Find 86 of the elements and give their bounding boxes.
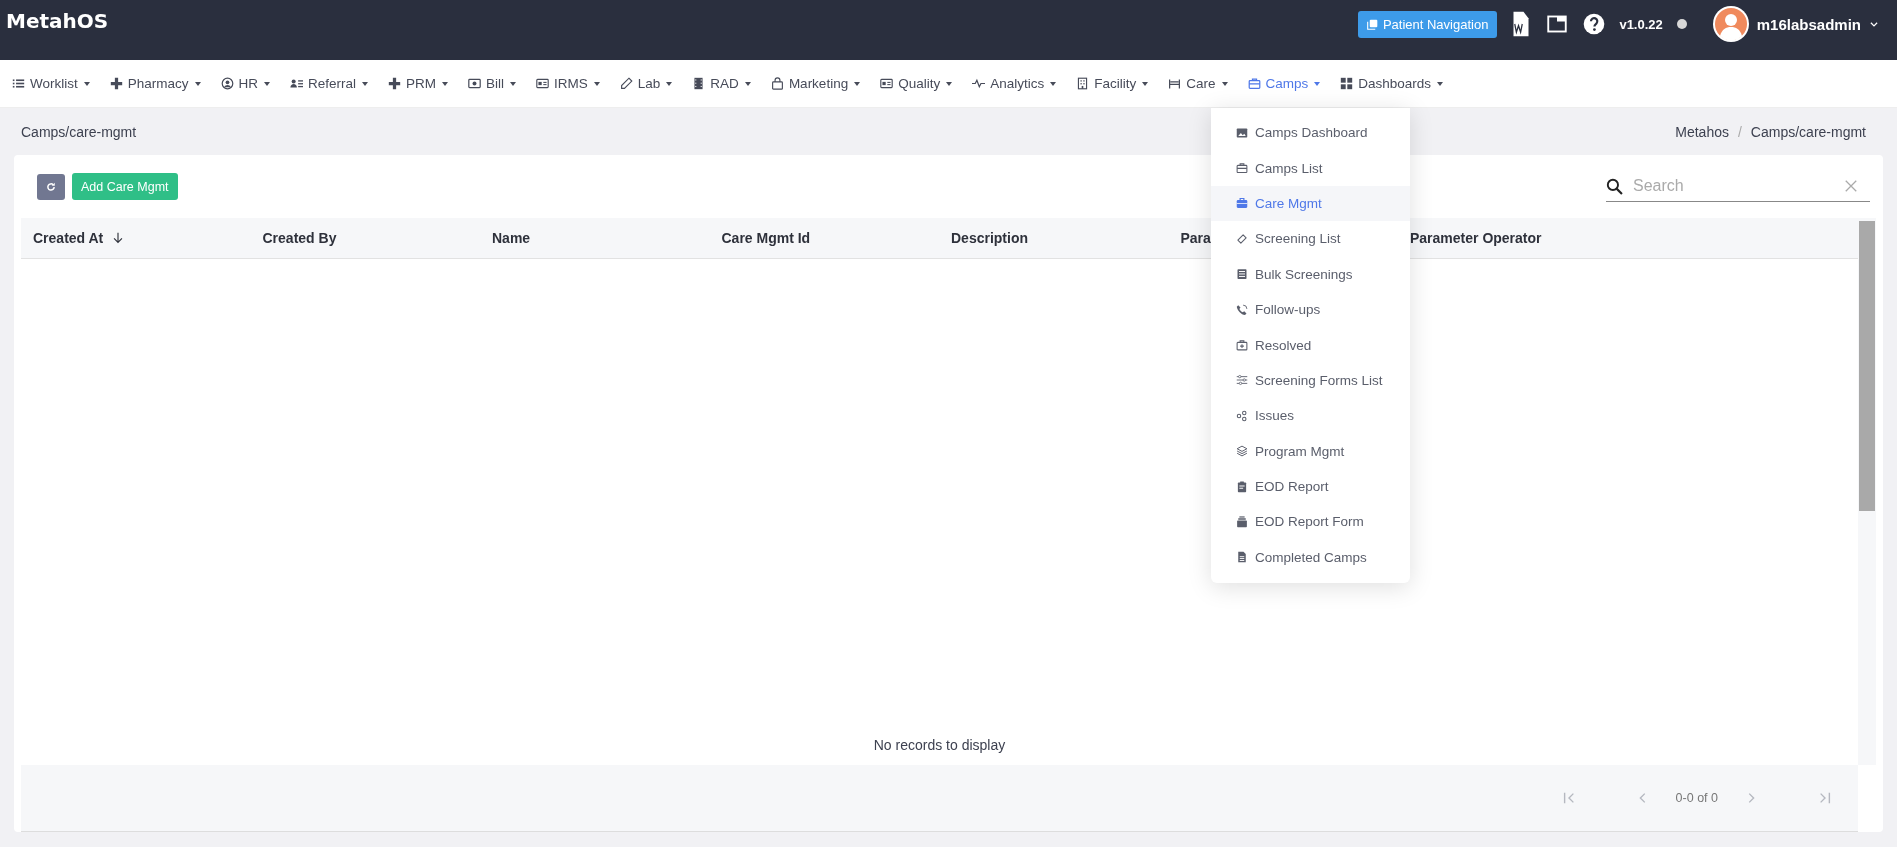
nav-menu-item[interactable]: Lab	[619, 76, 673, 91]
bed-icon	[1168, 77, 1182, 90]
breadcrumb-link[interactable]: Camps/care-mgmt	[1750, 123, 1866, 140]
film-icon	[692, 77, 706, 90]
column-header[interactable]: Created At	[21, 218, 251, 258]
breadcrumb-separator: /	[1737, 123, 1742, 140]
version-label: v1.0.22	[1619, 16, 1663, 32]
user-menu[interactable]: m16labsadmin	[1712, 6, 1879, 42]
page-title: Camps/care-mgmt	[21, 123, 137, 140]
nav-menu-item[interactable]: Dashboards	[1340, 76, 1444, 91]
window-icon	[1545, 14, 1570, 34]
dropdown-menu-item[interactable]: Camps List	[1211, 150, 1410, 186]
app-logo[interactable]: MetahOS	[6, 9, 109, 33]
id-card-icon	[880, 77, 894, 90]
plus-icon	[388, 77, 402, 90]
nav-menu-item[interactable]: PRM	[388, 76, 449, 91]
help-icon	[1583, 13, 1606, 35]
briefcase-icon	[1247, 77, 1261, 90]
nav-menu-item[interactable]: Facility	[1076, 76, 1149, 91]
dropdown-menu-item[interactable]: Resolved	[1211, 327, 1410, 363]
document-icon	[1236, 551, 1248, 564]
word-document-icon	[1511, 11, 1532, 37]
layers-icon	[1236, 445, 1248, 458]
column-header[interactable]: Care Mgmt Id	[709, 218, 939, 258]
refresh-button[interactable]	[37, 173, 65, 200]
copy-icon	[1366, 18, 1378, 30]
briefcase-icon	[1236, 197, 1248, 210]
table-icon	[1236, 268, 1248, 281]
nav-menu-item[interactable]: Care	[1168, 76, 1228, 91]
nav-menu-item[interactable]: RAD	[692, 76, 751, 91]
avatar-icon	[1714, 8, 1747, 40]
empty-message: No records to display	[873, 737, 1006, 753]
nav-menu-item[interactable]: IRMS	[536, 76, 600, 91]
bag-icon	[770, 77, 784, 90]
status-dot	[1676, 19, 1687, 29]
page-range: 0-0 of 0	[1675, 791, 1718, 805]
dropdown-menu-item[interactable]: Care Mgmt	[1211, 185, 1410, 222]
list-icon	[12, 77, 25, 90]
dropdown-menu-item[interactable]: Completed Camps	[1211, 539, 1410, 576]
column-header[interactable]: Name	[480, 218, 710, 258]
nav-menu-item[interactable]: Bill	[468, 76, 517, 91]
close-icon	[1844, 179, 1858, 193]
nav-menu-item[interactable]: Worklist	[12, 76, 90, 91]
phone-icon	[1236, 303, 1248, 316]
chevron-down-icon	[1869, 19, 1879, 29]
dropdown-menu-item[interactable]: EOD Report	[1211, 468, 1410, 505]
id-card-icon	[536, 77, 550, 90]
contact-icon	[290, 77, 304, 90]
dropdown-menu-item[interactable]: EOD Report Form	[1211, 504, 1410, 540]
nav-menu-item[interactable]: HR	[220, 76, 271, 91]
last-page-icon	[1818, 791, 1832, 805]
pulse-icon	[972, 77, 986, 90]
grid-icon	[1340, 77, 1354, 90]
dropdown-menu-item[interactable]: Follow-ups	[1211, 291, 1410, 328]
building-icon	[1076, 77, 1090, 90]
plus-icon	[109, 77, 123, 90]
dropdown-menu-item[interactable]: Screening Forms List	[1211, 362, 1410, 399]
first-page-icon	[1561, 791, 1576, 805]
nav-menu-item[interactable]: Referral	[290, 76, 369, 91]
nav-menu-item[interactable]: Marketing	[770, 76, 861, 91]
search-icon	[1606, 177, 1623, 195]
sliders-icon	[1236, 374, 1248, 387]
banknote-icon	[468, 77, 482, 90]
briefcase-icon	[1236, 162, 1248, 175]
search-field[interactable]: Search	[1623, 172, 1844, 200]
breadcrumb-link[interactable]: Metahos	[1675, 123, 1729, 140]
dropdown-menu-item[interactable]: Program Mgmt	[1211, 433, 1410, 469]
nav-menu-item[interactable]: Camps	[1247, 76, 1321, 91]
nav-menu-item[interactable]: Pharmacy	[109, 76, 201, 91]
user-circle-icon	[220, 77, 234, 90]
column-header[interactable]: Description	[939, 218, 1169, 258]
column-header[interactable]: Created By	[250, 218, 480, 258]
medical-kit-icon	[1236, 339, 1248, 352]
scrollbar-thumb[interactable]	[1859, 221, 1875, 511]
image-icon	[1236, 126, 1248, 139]
nodes-icon	[1236, 409, 1248, 422]
pencil-icon	[619, 77, 633, 90]
dropdown-menu-item[interactable]: Camps Dashboard	[1211, 115, 1410, 151]
dropdown-menu-item[interactable]: Screening List	[1211, 221, 1410, 257]
clipboard-icon	[1236, 480, 1248, 493]
dropdown-menu-item[interactable]: Bulk Screenings	[1211, 256, 1410, 292]
stack-icon	[1236, 516, 1248, 528]
refresh-icon	[46, 181, 56, 192]
nav-menu-item[interactable]: Analytics	[972, 76, 1057, 91]
nav-menu-item[interactable]: Quality	[880, 76, 953, 91]
dropdown-menu-item[interactable]: Issues	[1211, 398, 1410, 434]
